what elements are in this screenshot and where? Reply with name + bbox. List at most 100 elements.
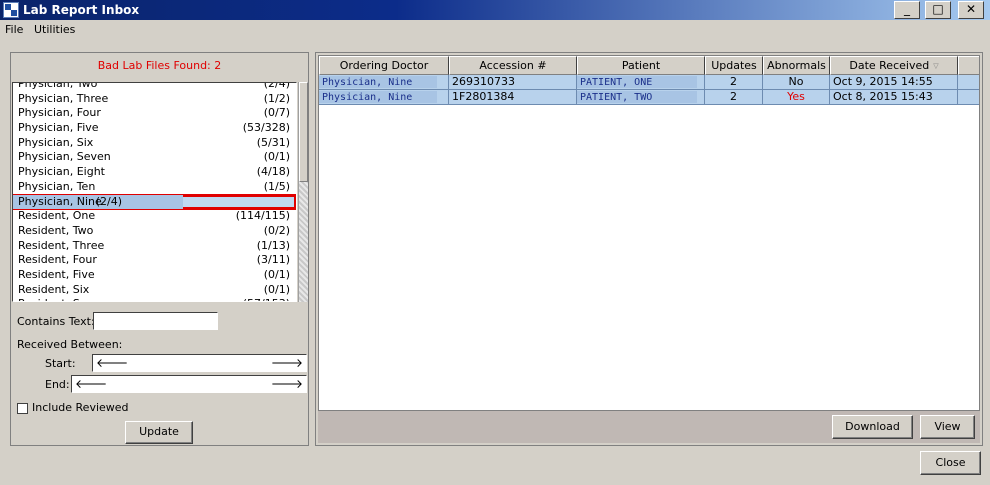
physician-list-item[interactable]: Resident, Four (3/11) xyxy=(13,253,296,268)
physician-name: Physician, Five xyxy=(18,121,99,135)
cell-text: Oct 8, 2015 15:43 xyxy=(833,90,933,103)
filter-section: Contains Text: Received Between: Start: … xyxy=(11,305,308,445)
physician-name: Resident, Five xyxy=(18,267,95,281)
cell-text: Yes xyxy=(787,90,805,103)
physician-list-item[interactable]: Resident, Six (0/1) xyxy=(13,283,296,298)
title-bar: Lab Report Inbox _ □ ✕ xyxy=(0,0,990,20)
close-button[interactable]: Close xyxy=(920,451,981,475)
physician-count: (1/5) xyxy=(263,179,290,193)
cell-text: 2 xyxy=(730,75,737,88)
physician-list-item[interactable]: Resident, Two (0/2) xyxy=(13,224,296,239)
physician-list-item[interactable]: Physician, Two (2/4) xyxy=(13,82,296,92)
physician-list-item[interactable]: Resident, Three (1/13) xyxy=(13,239,296,254)
list-scrollbar[interactable] xyxy=(298,82,308,302)
physician-count: (3/11) xyxy=(256,253,290,267)
update-button[interactable]: Update xyxy=(125,421,193,444)
physician-count: (2/4) xyxy=(263,82,290,90)
physician-list-item[interactable]: Physician, Three (1/2) xyxy=(13,92,296,107)
col-date-received[interactable]: Date Received ▽ xyxy=(830,56,958,75)
menu-utilities[interactable]: Utilities xyxy=(34,23,75,36)
physician-name: Resident, S... xyxy=(18,297,90,301)
physician-list-item[interactable]: Physician, Seven (0/1) xyxy=(13,150,296,165)
cell-patient: PATIENT, ONE xyxy=(577,75,705,90)
physician-count: (0/1) xyxy=(263,282,290,296)
arrow-right-icon[interactable]: 🡒 xyxy=(271,376,303,391)
physician-name: Resident, Six xyxy=(18,282,90,296)
received-between-label: Received Between: xyxy=(17,338,123,351)
start-date-field[interactable]: 🡐 🡒 xyxy=(92,354,307,372)
arrow-left-icon[interactable]: 🡐 xyxy=(96,355,128,370)
cell-text: 1F2801384 xyxy=(452,90,515,103)
physician-name: Resident, Three xyxy=(18,238,105,252)
cell-text: 269310733 xyxy=(452,75,515,88)
physician-count: (57/153) xyxy=(243,297,290,301)
grid-header: Ordering Doctor Accession # Patient Upda… xyxy=(319,56,979,75)
physician-count: (0/1) xyxy=(263,150,290,164)
start-label: Start: xyxy=(45,357,76,370)
physician-name: Physician, Two xyxy=(18,82,98,90)
bad-lab-files-link[interactable]: Bad Lab Files Found: 2 xyxy=(11,59,308,72)
physician-name: Physician, Nine xyxy=(18,194,102,208)
cell-updates: 2 xyxy=(705,90,763,105)
cell-text: PATIENT, ONE xyxy=(580,77,653,88)
cell-accession: 269310733 xyxy=(449,75,577,90)
view-button[interactable]: View xyxy=(920,415,975,439)
download-button[interactable]: Download xyxy=(832,415,913,439)
cell-text: 2 xyxy=(730,90,737,103)
physician-count: (0/1) xyxy=(263,267,290,281)
minimize-button[interactable]: _ xyxy=(894,1,920,19)
table-row[interactable]: Physician, Nine 1F2801384 PATIENT, TWO 2 Yes… xyxy=(319,90,979,105)
physician-count: (114/115) xyxy=(235,209,290,223)
physician-count: (4/18) xyxy=(256,165,290,179)
physician-list-item[interactable]: Physician, Ten (1/5) xyxy=(13,180,296,195)
scrollbar-thumb[interactable] xyxy=(299,82,308,182)
physician-name: Resident, One xyxy=(18,209,96,223)
col-updates[interactable]: Updates xyxy=(705,56,763,75)
physician-list-item[interactable]: Physician, Six (5/31) xyxy=(13,136,296,151)
col-abnormals[interactable]: Abnormals xyxy=(763,56,830,75)
cell-updates: 2 xyxy=(705,75,763,90)
col-accession[interactable]: Accession # xyxy=(449,56,577,75)
include-reviewed-checkbox[interactable] xyxy=(17,403,28,414)
physician-list-item[interactable]: Resident, S... (57/153) xyxy=(13,297,296,301)
physician-list-item[interactable]: Physician, Eight (4/18) xyxy=(13,165,296,180)
physician-count: (5/31) xyxy=(256,135,290,149)
physician-list-item[interactable]: Physician, Nine(2/4) xyxy=(13,193,296,211)
cell-abnormals: Yes xyxy=(763,90,830,105)
close-window-button[interactable]: ✕ xyxy=(958,1,984,19)
contains-text-input[interactable] xyxy=(93,312,218,330)
include-reviewed-label: Include Reviewed xyxy=(32,401,129,414)
physician-name: Resident, Two xyxy=(18,223,94,237)
physician-list[interactable]: Physician, Two (2/4) Physician, Three (1/2)… xyxy=(12,82,297,302)
table-row[interactable]: Physician, Nine 269310733 PATIENT, ONE 2 No O… xyxy=(319,75,979,90)
menu-file[interactable]: File xyxy=(5,23,23,36)
cell-text: No xyxy=(788,75,804,88)
col-date-received-label: Date Received xyxy=(849,59,930,72)
physician-count: (0/7) xyxy=(263,106,290,120)
col-spacer xyxy=(958,56,979,75)
results-panel: Ordering Doctor Accession # Patient Upda… xyxy=(315,52,983,446)
maximize-button[interactable]: □ xyxy=(925,1,951,19)
col-patient[interactable]: Patient xyxy=(577,56,705,75)
arrow-right-icon[interactable]: 🡒 xyxy=(271,355,303,370)
arrow-left-icon[interactable]: 🡐 xyxy=(75,376,107,391)
cell-patient: PATIENT, TWO xyxy=(577,90,705,105)
cell-date: Oct 9, 2015 14:55 xyxy=(830,75,958,90)
physician-list-item[interactable]: Resident, One (114/115) xyxy=(13,209,296,224)
physician-name: Physician, Eight xyxy=(18,165,105,179)
physician-name: Physician, Four xyxy=(18,106,101,120)
physician-list-item[interactable]: Resident, Five (0/1) xyxy=(13,268,296,283)
physician-name: Resident, Four xyxy=(18,253,97,267)
physician-list-item[interactable]: Physician, Four (0/7) xyxy=(13,106,296,121)
end-label: End: xyxy=(45,378,70,391)
cell-date: Oct 8, 2015 15:43 xyxy=(830,90,958,105)
col-ordering-doctor[interactable]: Ordering Doctor xyxy=(319,56,449,75)
physician-list-item[interactable]: Physician, Five (53/328) xyxy=(13,121,296,136)
cell-text: Physician, Nine xyxy=(322,92,413,103)
cell-doctor: Physician, Nine xyxy=(319,90,449,105)
cell-text: Physician, Nine xyxy=(322,77,413,88)
doctor-panel: Bad Lab Files Found: 2 Physician, Two (2/… xyxy=(10,52,309,446)
physician-count: (0/2) xyxy=(263,223,290,237)
end-date-field[interactable]: 🡐 🡒 xyxy=(71,375,307,393)
cell-text: Oct 9, 2015 14:55 xyxy=(833,75,933,88)
